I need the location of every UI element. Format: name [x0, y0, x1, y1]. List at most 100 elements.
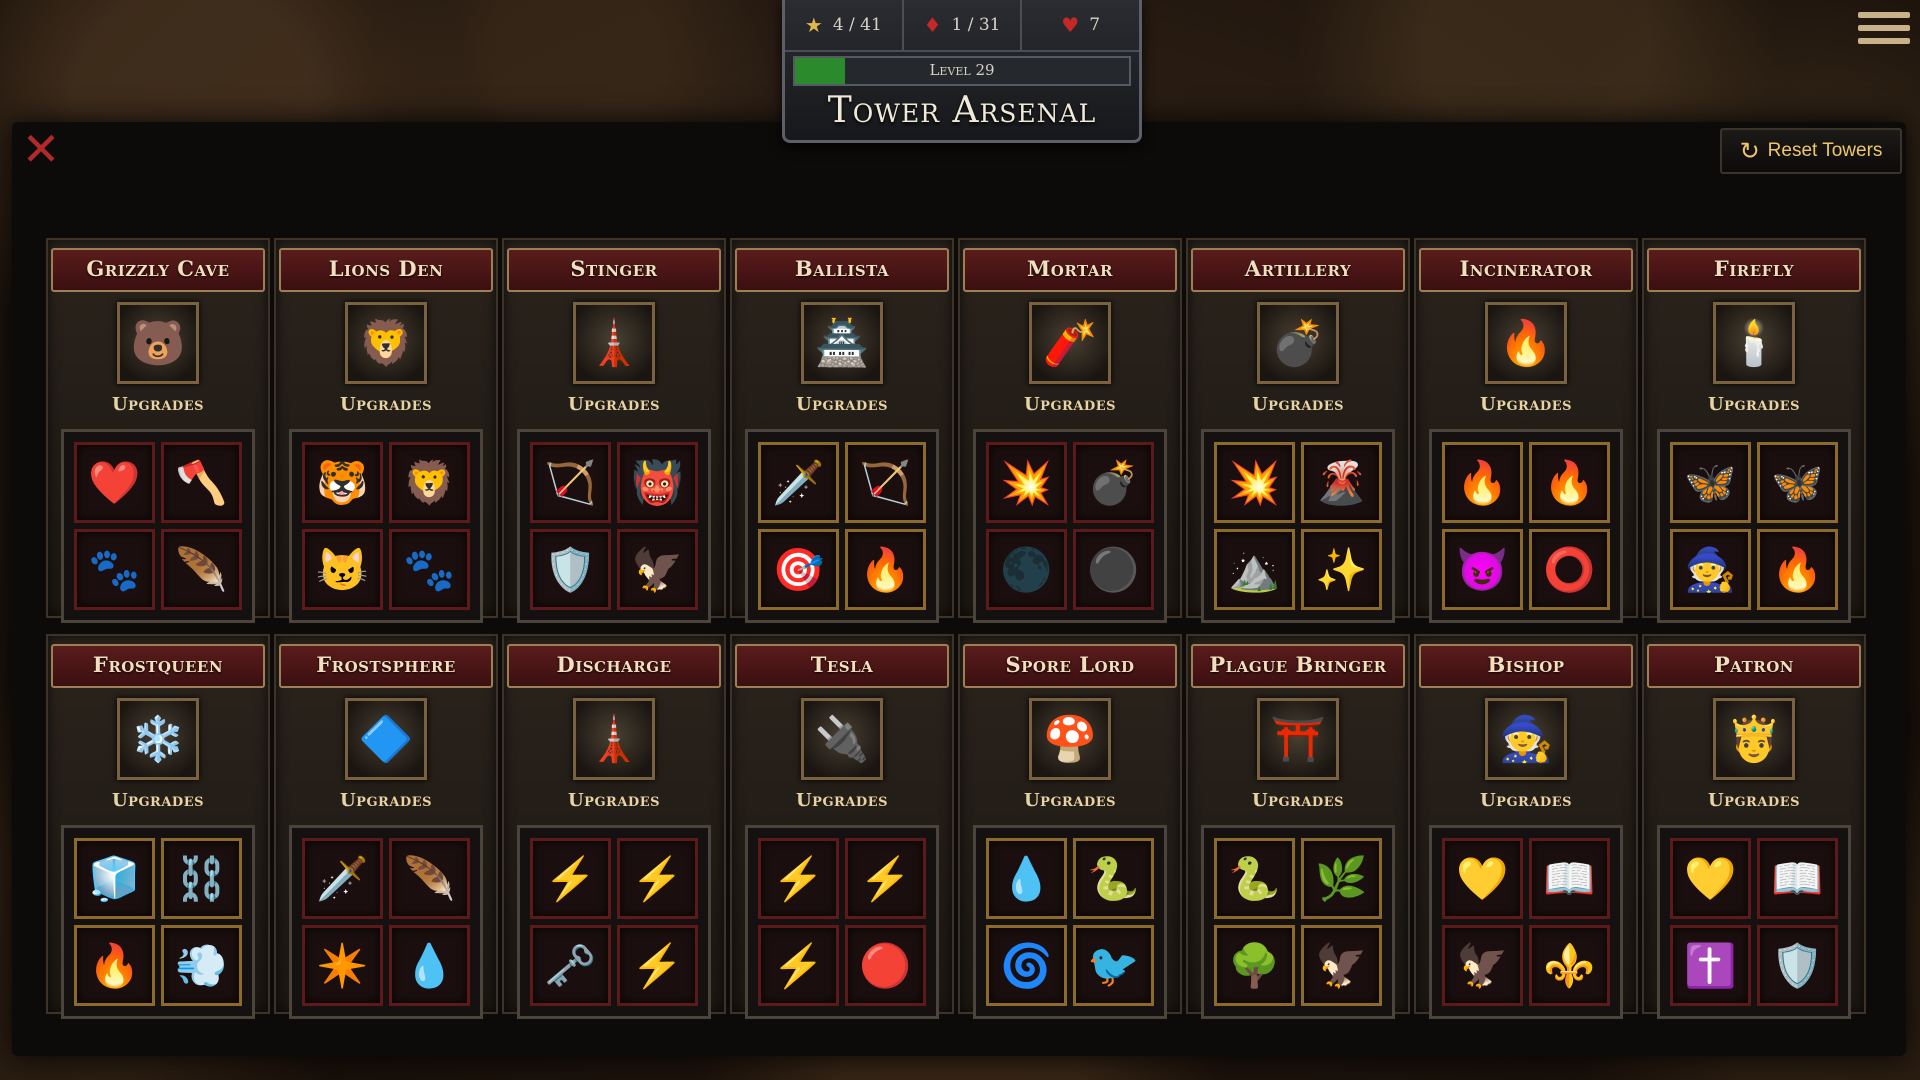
- upgrade-slot-icon[interactable]: 📖: [1757, 838, 1838, 919]
- upgrade-slot-icon[interactable]: ⚡: [758, 925, 839, 1006]
- upgrade-slot-icon[interactable]: 🔴: [845, 925, 926, 1006]
- tower-portrait-icon[interactable]: 🐻: [117, 302, 199, 384]
- upgrades-label: Upgrades: [795, 394, 889, 415]
- upgrade-slot-icon[interactable]: 🪶: [161, 529, 242, 610]
- tower-card: Mortar 🧨 Upgrades 💥 💣 🌑 ⚫: [958, 238, 1182, 623]
- tower-portrait-icon[interactable]: 🏯: [801, 302, 883, 384]
- upgrade-slot-icon[interactable]: 🌋: [1301, 442, 1382, 523]
- upgrade-slot-icon[interactable]: 💣: [1073, 442, 1154, 523]
- tower-card: Frostsphere 🔷 Upgrades 🗡️ 🪶 ✴️ 💧: [274, 634, 498, 1019]
- tower-portrait-icon[interactable]: 🔷: [345, 698, 427, 780]
- stars-counter: ★ 4 / 41: [785, 0, 904, 50]
- upgrade-slot-icon[interactable]: 🏹: [530, 442, 611, 523]
- upgrade-slot-icon[interactable]: 🔥: [845, 529, 926, 610]
- upgrade-slot-icon[interactable]: 🦁: [389, 442, 470, 523]
- upgrade-grid: ❤️ 🪓 🐾 🪶: [61, 429, 255, 623]
- upgrade-slot-icon[interactable]: 📖: [1529, 838, 1610, 919]
- tower-portrait-icon[interactable]: ❄️: [117, 698, 199, 780]
- tower-name: Ballista: [735, 248, 949, 292]
- upgrade-slot-icon[interactable]: 💛: [1442, 838, 1523, 919]
- upgrade-slot-icon[interactable]: 🔥: [74, 925, 155, 1006]
- tower-portrait-icon[interactable]: 🧙: [1485, 698, 1567, 780]
- upgrade-slot-icon[interactable]: 🧊: [74, 838, 155, 919]
- upgrade-slot-icon[interactable]: 💨: [161, 925, 242, 1006]
- tower-name: Spore Lord: [963, 644, 1177, 688]
- upgrade-slot-icon[interactable]: 🦋: [1670, 442, 1751, 523]
- upgrade-slot-icon[interactable]: 🦅: [617, 529, 698, 610]
- upgrade-slot-icon[interactable]: 🐦: [1073, 925, 1154, 1006]
- upgrade-slot-icon[interactable]: 🐍: [1214, 838, 1295, 919]
- level-progress-bar: Level 29: [793, 56, 1131, 86]
- upgrade-slot-icon[interactable]: 🌑: [986, 529, 1067, 610]
- upgrade-slot-icon[interactable]: 🌿: [1301, 838, 1382, 919]
- upgrade-grid: 🗡️ 🪶 ✴️ 💧: [289, 825, 483, 1019]
- upgrade-slot-icon[interactable]: ⭕: [1529, 529, 1610, 610]
- upgrade-slot-icon[interactable]: 🗡️: [758, 442, 839, 523]
- close-icon[interactable]: ✕: [20, 126, 62, 172]
- tower-name: Firefly: [1647, 248, 1861, 292]
- upgrade-slot-icon[interactable]: 🛡️: [1757, 925, 1838, 1006]
- upgrade-slot-icon[interactable]: 🐯: [302, 442, 383, 523]
- upgrade-slot-icon[interactable]: 🗝️: [530, 925, 611, 1006]
- tower-grid: Grizzly Cave 🐻 Upgrades ❤️ 🪓 🐾 🪶 Lions Den 🦁 Upgr…: [46, 238, 1866, 1019]
- upgrade-slot-icon[interactable]: ⚡: [530, 838, 611, 919]
- upgrade-slot-icon[interactable]: 🪓: [161, 442, 242, 523]
- upgrade-slot-icon[interactable]: 💧: [389, 925, 470, 1006]
- upgrade-slot-icon[interactable]: 🏹: [845, 442, 926, 523]
- upgrade-slot-icon[interactable]: ⚡: [617, 838, 698, 919]
- upgrade-slot-icon[interactable]: ✴️: [302, 925, 383, 1006]
- upgrade-slot-icon[interactable]: ⛰️: [1214, 529, 1295, 610]
- tower-portrait-icon[interactable]: 🤴: [1713, 698, 1795, 780]
- upgrade-slot-icon[interactable]: 🎯: [758, 529, 839, 610]
- tower-portrait-icon[interactable]: 🍄: [1029, 698, 1111, 780]
- upgrade-slot-icon[interactable]: 🐾: [74, 529, 155, 610]
- tower-name: Patron: [1647, 644, 1861, 688]
- upgrade-slot-icon[interactable]: 💛: [1670, 838, 1751, 919]
- upgrade-slot-icon[interactable]: ⛓️: [161, 838, 242, 919]
- upgrade-slot-icon[interactable]: 🦅: [1442, 925, 1523, 1006]
- tower-portrait-icon[interactable]: ⛩️: [1257, 698, 1339, 780]
- tower-portrait-icon[interactable]: 💣: [1257, 302, 1339, 384]
- upgrade-slot-icon[interactable]: ⚡: [617, 925, 698, 1006]
- upgrade-slot-icon[interactable]: ❤️: [74, 442, 155, 523]
- upgrade-slot-icon[interactable]: 🦅: [1301, 925, 1382, 1006]
- upgrade-slot-icon[interactable]: 🐾: [389, 529, 470, 610]
- upgrade-slot-icon[interactable]: 🔥: [1757, 529, 1838, 610]
- upgrade-slot-icon[interactable]: ⚡: [758, 838, 839, 919]
- upgrade-slot-icon[interactable]: ✨: [1301, 529, 1382, 610]
- upgrade-slot-icon[interactable]: 😼: [302, 529, 383, 610]
- upgrade-slot-icon[interactable]: 🦋: [1757, 442, 1838, 523]
- upgrade-slot-icon[interactable]: 🔥: [1529, 442, 1610, 523]
- upgrade-slot-icon[interactable]: 🐍: [1073, 838, 1154, 919]
- upgrade-slot-icon[interactable]: 🧙: [1670, 529, 1751, 610]
- upgrade-slot-icon[interactable]: 🗡️: [302, 838, 383, 919]
- hamburger-menu-icon[interactable]: [1858, 8, 1910, 48]
- tower-portrait-icon[interactable]: 🕯️: [1713, 302, 1795, 384]
- red-crystal-icon: ♦: [923, 13, 942, 37]
- tower-portrait-icon[interactable]: 🦁: [345, 302, 427, 384]
- upgrade-slot-icon[interactable]: ⚜️: [1529, 925, 1610, 1006]
- upgrade-slot-icon[interactable]: 🔥: [1442, 442, 1523, 523]
- upgrade-slot-icon[interactable]: 🌀: [986, 925, 1067, 1006]
- upgrade-slot-icon[interactable]: 🪶: [389, 838, 470, 919]
- tower-portrait-icon[interactable]: 🗼: [573, 302, 655, 384]
- reset-towers-button[interactable]: ↻ Reset Towers: [1720, 128, 1902, 174]
- upgrade-slot-icon[interactable]: 👹: [617, 442, 698, 523]
- upgrade-slot-icon[interactable]: 💧: [986, 838, 1067, 919]
- upgrades-label: Upgrades: [1023, 790, 1117, 811]
- upgrade-slot-icon[interactable]: ✝️: [1670, 925, 1751, 1006]
- upgrades-label: Upgrades: [111, 394, 205, 415]
- tower-portrait-icon[interactable]: 🔥: [1485, 302, 1567, 384]
- tower-name: Bishop: [1419, 644, 1633, 688]
- upgrades-label: Upgrades: [1707, 394, 1801, 415]
- tower-portrait-icon[interactable]: 🧨: [1029, 302, 1111, 384]
- upgrade-slot-icon[interactable]: 🌳: [1214, 925, 1295, 1006]
- upgrade-slot-icon[interactable]: 😈: [1442, 529, 1523, 610]
- upgrade-slot-icon[interactable]: ⚡: [845, 838, 926, 919]
- tower-portrait-icon[interactable]: 🗼: [573, 698, 655, 780]
- tower-portrait-icon[interactable]: 🔌: [801, 698, 883, 780]
- upgrade-slot-icon[interactable]: 💥: [986, 442, 1067, 523]
- upgrade-slot-icon[interactable]: 🛡️: [530, 529, 611, 610]
- upgrade-slot-icon[interactable]: ⚫: [1073, 529, 1154, 610]
- upgrade-slot-icon[interactable]: 💥: [1214, 442, 1295, 523]
